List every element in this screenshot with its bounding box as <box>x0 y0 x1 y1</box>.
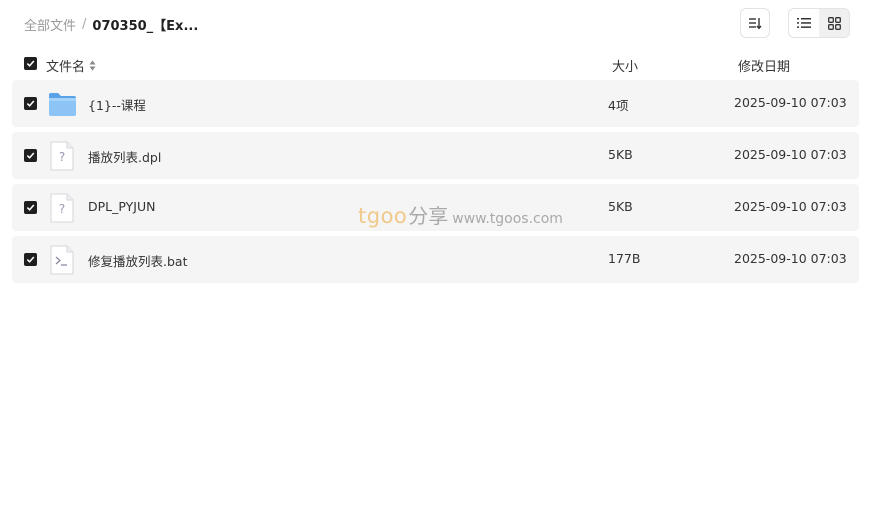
name-column-label: 文件名 <box>46 60 86 75</box>
file-date: 2025-09-10 07:03 <box>734 95 847 110</box>
file-row[interactable]: {1}--课程 4项 2025-09-10 07:03 <box>12 80 859 127</box>
view-toggle <box>788 8 850 38</box>
list-view-icon <box>797 18 811 28</box>
sort-icon <box>749 18 762 30</box>
unknown-file-icon: ? <box>50 141 74 171</box>
size-column-header[interactable]: 大小 <box>612 56 638 75</box>
check-icon <box>26 204 35 211</box>
file-name[interactable]: DPL_PYJUN <box>88 199 155 214</box>
date-column-header[interactable]: 修改日期 <box>738 56 790 75</box>
sort-updown-icon <box>89 60 96 71</box>
file-date: 2025-09-10 07:03 <box>734 199 847 214</box>
svg-text:?: ? <box>59 150 65 164</box>
row-checkbox[interactable] <box>24 149 37 162</box>
breadcrumb-current-folder: 070350_【Ex... <box>92 18 199 34</box>
select-all-checkbox[interactable] <box>24 57 37 70</box>
file-size: 5KB <box>608 147 633 162</box>
breadcrumb: 全部文件 / 070350_【Ex... <box>24 14 198 34</box>
file-size: 5KB <box>608 199 633 214</box>
file-size: 177B <box>608 251 641 266</box>
unknown-file-icon: ? <box>50 193 74 223</box>
grid-view-icon <box>827 16 841 30</box>
check-icon <box>26 60 35 67</box>
breadcrumb-root-link[interactable]: 全部文件 <box>24 15 76 34</box>
check-icon <box>26 152 35 159</box>
breadcrumb-separator: / <box>82 16 87 32</box>
list-view-button[interactable] <box>789 9 819 37</box>
grid-view-button[interactable] <box>819 9 849 37</box>
file-row[interactable]: ? 播放列表.dpl 5KB 2025-09-10 07:03 <box>12 132 859 179</box>
file-name[interactable]: {1}--课程 <box>88 95 146 114</box>
list-header: 文件名 大小 修改日期 <box>24 54 854 75</box>
file-date: 2025-09-10 07:03 <box>734 147 847 162</box>
file-browser: 全部文件 / 070350_【Ex... 文件名 大小 修改日期 {1}--课程… <box>0 0 874 514</box>
script-file-icon <box>50 245 74 275</box>
check-icon <box>26 100 35 107</box>
row-checkbox[interactable] <box>24 201 37 214</box>
row-checkbox[interactable] <box>24 253 37 266</box>
file-row[interactable]: 修复播放列表.bat 177B 2025-09-10 07:03 <box>12 236 859 283</box>
sort-button[interactable] <box>740 8 770 38</box>
svg-text:?: ? <box>59 202 65 216</box>
row-checkbox[interactable] <box>24 97 37 110</box>
file-date: 2025-09-10 07:03 <box>734 251 847 266</box>
file-row[interactable]: ? DPL_PYJUN 5KB 2025-09-10 07:03 <box>12 184 859 231</box>
file-size: 4项 <box>608 98 629 113</box>
folder-icon <box>49 93 76 116</box>
check-icon <box>26 256 35 263</box>
file-name[interactable]: 修复播放列表.bat <box>88 251 187 270</box>
name-column-header[interactable]: 文件名 <box>46 56 96 75</box>
file-name[interactable]: 播放列表.dpl <box>88 147 161 166</box>
